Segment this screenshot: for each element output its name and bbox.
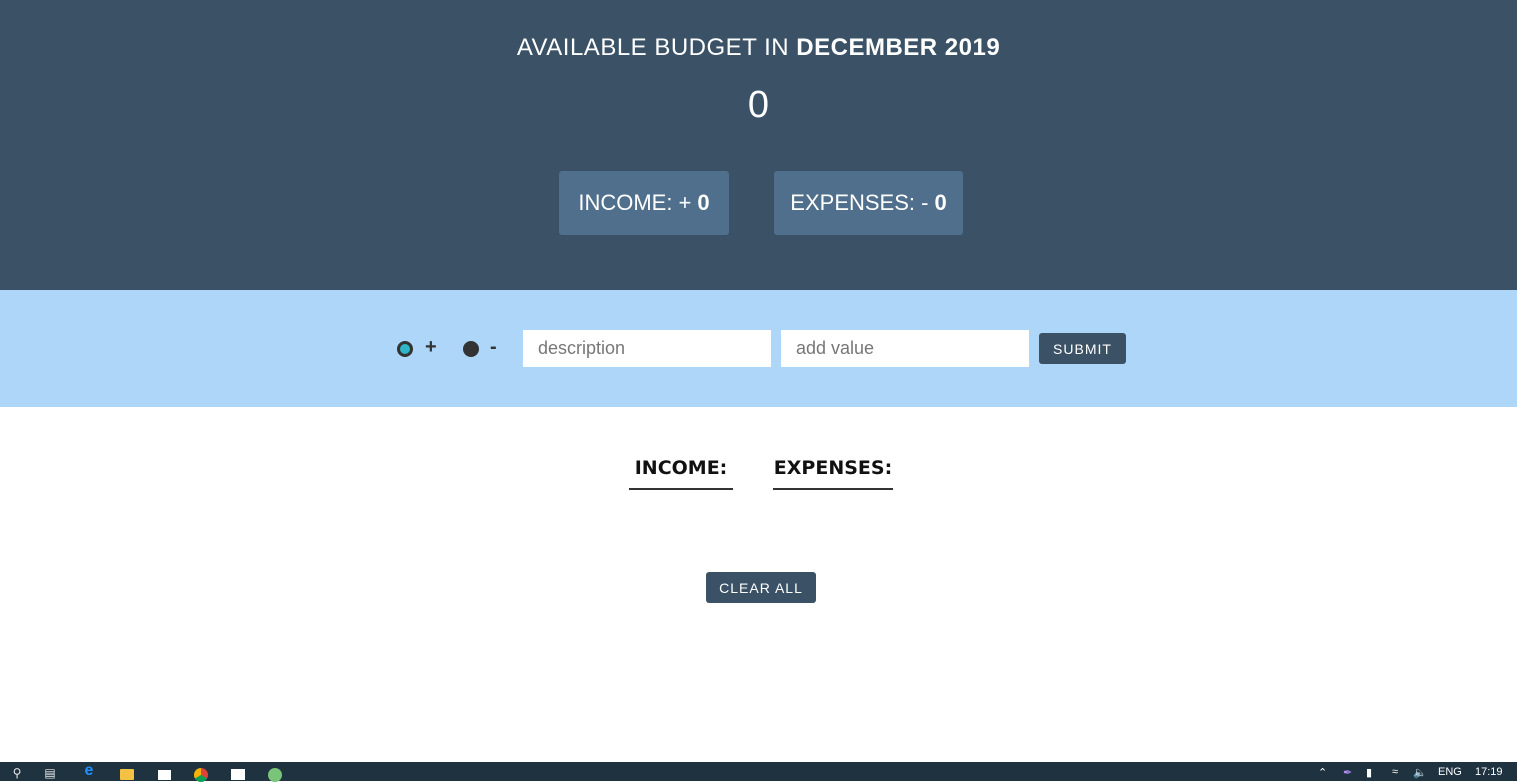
description-input[interactable]	[523, 330, 771, 367]
task-view-icon[interactable]: ▤	[43, 766, 57, 780]
expenses-summary-label: EXPENSES: -	[790, 190, 929, 215]
windows-taskbar: ⚲ ▤ e ⌃ ✒ ▮ ≈ 🔈 ENG 17:19	[0, 762, 1517, 782]
clear-all-button[interactable]: CLEAR ALL	[706, 572, 816, 603]
battery-icon[interactable]: ▮	[1366, 766, 1372, 779]
expenses-summary-box: EXPENSES: - 0	[774, 171, 963, 235]
chrome-icon[interactable]	[194, 768, 208, 782]
value-input[interactable]	[781, 330, 1029, 367]
terminal-icon[interactable]	[231, 769, 245, 780]
budget-title: AVAILABLE BUDGET IN DECEMBER 2019	[0, 34, 1517, 62]
income-radio-label: +	[425, 336, 437, 358]
search-icon[interactable]: ⚲	[10, 766, 24, 780]
globe-app-icon[interactable]	[268, 768, 282, 782]
available-budget-value: 0	[747, 84, 770, 126]
clock[interactable]: 17:19	[1475, 766, 1503, 778]
budget-header: AVAILABLE BUDGET IN DECEMBER 2019 0 INCO…	[0, 0, 1517, 290]
expenses-list-header: EXPENSES:	[773, 456, 893, 490]
file-explorer-icon[interactable]	[120, 769, 134, 780]
chevron-up-icon[interactable]: ⌃	[1318, 766, 1327, 779]
budget-title-prefix: AVAILABLE BUDGET IN	[516, 34, 790, 61]
feather-icon[interactable]: ✒	[1343, 766, 1352, 779]
budget-month: DECEMBER 2019	[796, 34, 1001, 61]
language-indicator[interactable]: ENG	[1438, 766, 1462, 778]
income-summary-box: INCOME: + 0	[559, 171, 729, 235]
submit-button[interactable]: SUBMIT	[1039, 333, 1126, 364]
volume-icon[interactable]: 🔈	[1413, 766, 1427, 779]
edge-browser-icon[interactable]: e	[82, 763, 96, 779]
income-list-header: INCOME:	[629, 456, 733, 490]
income-summary-label: INCOME: +	[578, 190, 692, 215]
expense-radio-label: -	[490, 336, 497, 358]
mail-icon[interactable]	[158, 770, 171, 780]
expense-radio-button[interactable]	[463, 341, 479, 357]
income-summary-value: 0	[697, 190, 710, 215]
income-radio-button[interactable]	[397, 341, 413, 357]
wifi-icon[interactable]: ≈	[1392, 766, 1398, 778]
expenses-summary-value: 0	[934, 190, 947, 215]
